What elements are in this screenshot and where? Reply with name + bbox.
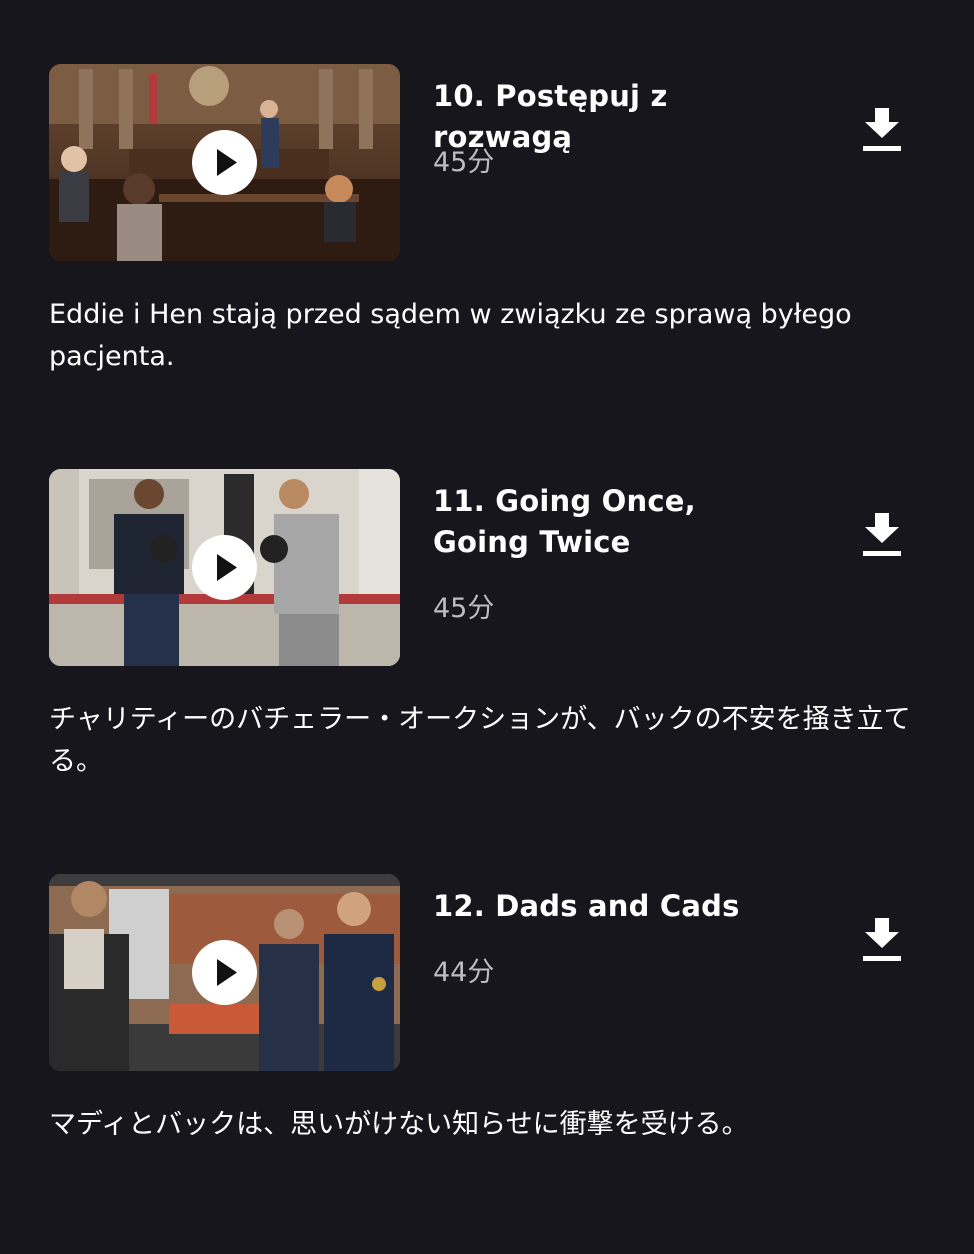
download-button[interactable]: [858, 914, 906, 966]
episode-thumbnail[interactable]: [49, 874, 400, 1071]
episode-description: チャリティーのバチェラー・オークションが、バックの不安を掻き立てる。: [49, 704, 911, 777]
download-button[interactable]: [858, 509, 906, 561]
episode-item[interactable]: 10. Postępuj z rozwagą 45分 Eddie i Hen s…: [0, 64, 974, 444]
episode-description: Eddie i Hen stają przed sądem w związku …: [49, 299, 852, 372]
episode-description: マディとバックは、思いがけない知らせに衝撃を受ける。: [49, 1109, 749, 1140]
play-button[interactable]: [192, 940, 257, 1005]
play-icon: [217, 959, 237, 986]
download-icon: [863, 513, 901, 556]
episode-thumbnail[interactable]: [49, 64, 400, 261]
play-button[interactable]: [192, 535, 257, 600]
episode-item[interactable]: 12. Dads and Cads 44分 マディとバックは、思いがけない知らせ…: [0, 874, 974, 1254]
play-icon: [217, 554, 237, 581]
episode-item[interactable]: 11. Going Once, Going Twice 45分 チャリティーのバ…: [0, 469, 974, 849]
episode-thumbnail[interactable]: [49, 469, 400, 666]
play-button[interactable]: [192, 130, 257, 195]
download-button[interactable]: [858, 104, 906, 156]
episode-duration: 45分: [433, 593, 495, 624]
download-icon: [863, 918, 901, 961]
episode-duration: 45分: [433, 147, 495, 178]
download-icon: [863, 108, 901, 151]
play-icon: [217, 149, 237, 176]
episode-duration: 44分: [433, 957, 495, 988]
episode-title[interactable]: 12. Dads and Cads: [433, 886, 793, 927]
episode-title[interactable]: 11. Going Once, Going Twice: [433, 481, 793, 563]
